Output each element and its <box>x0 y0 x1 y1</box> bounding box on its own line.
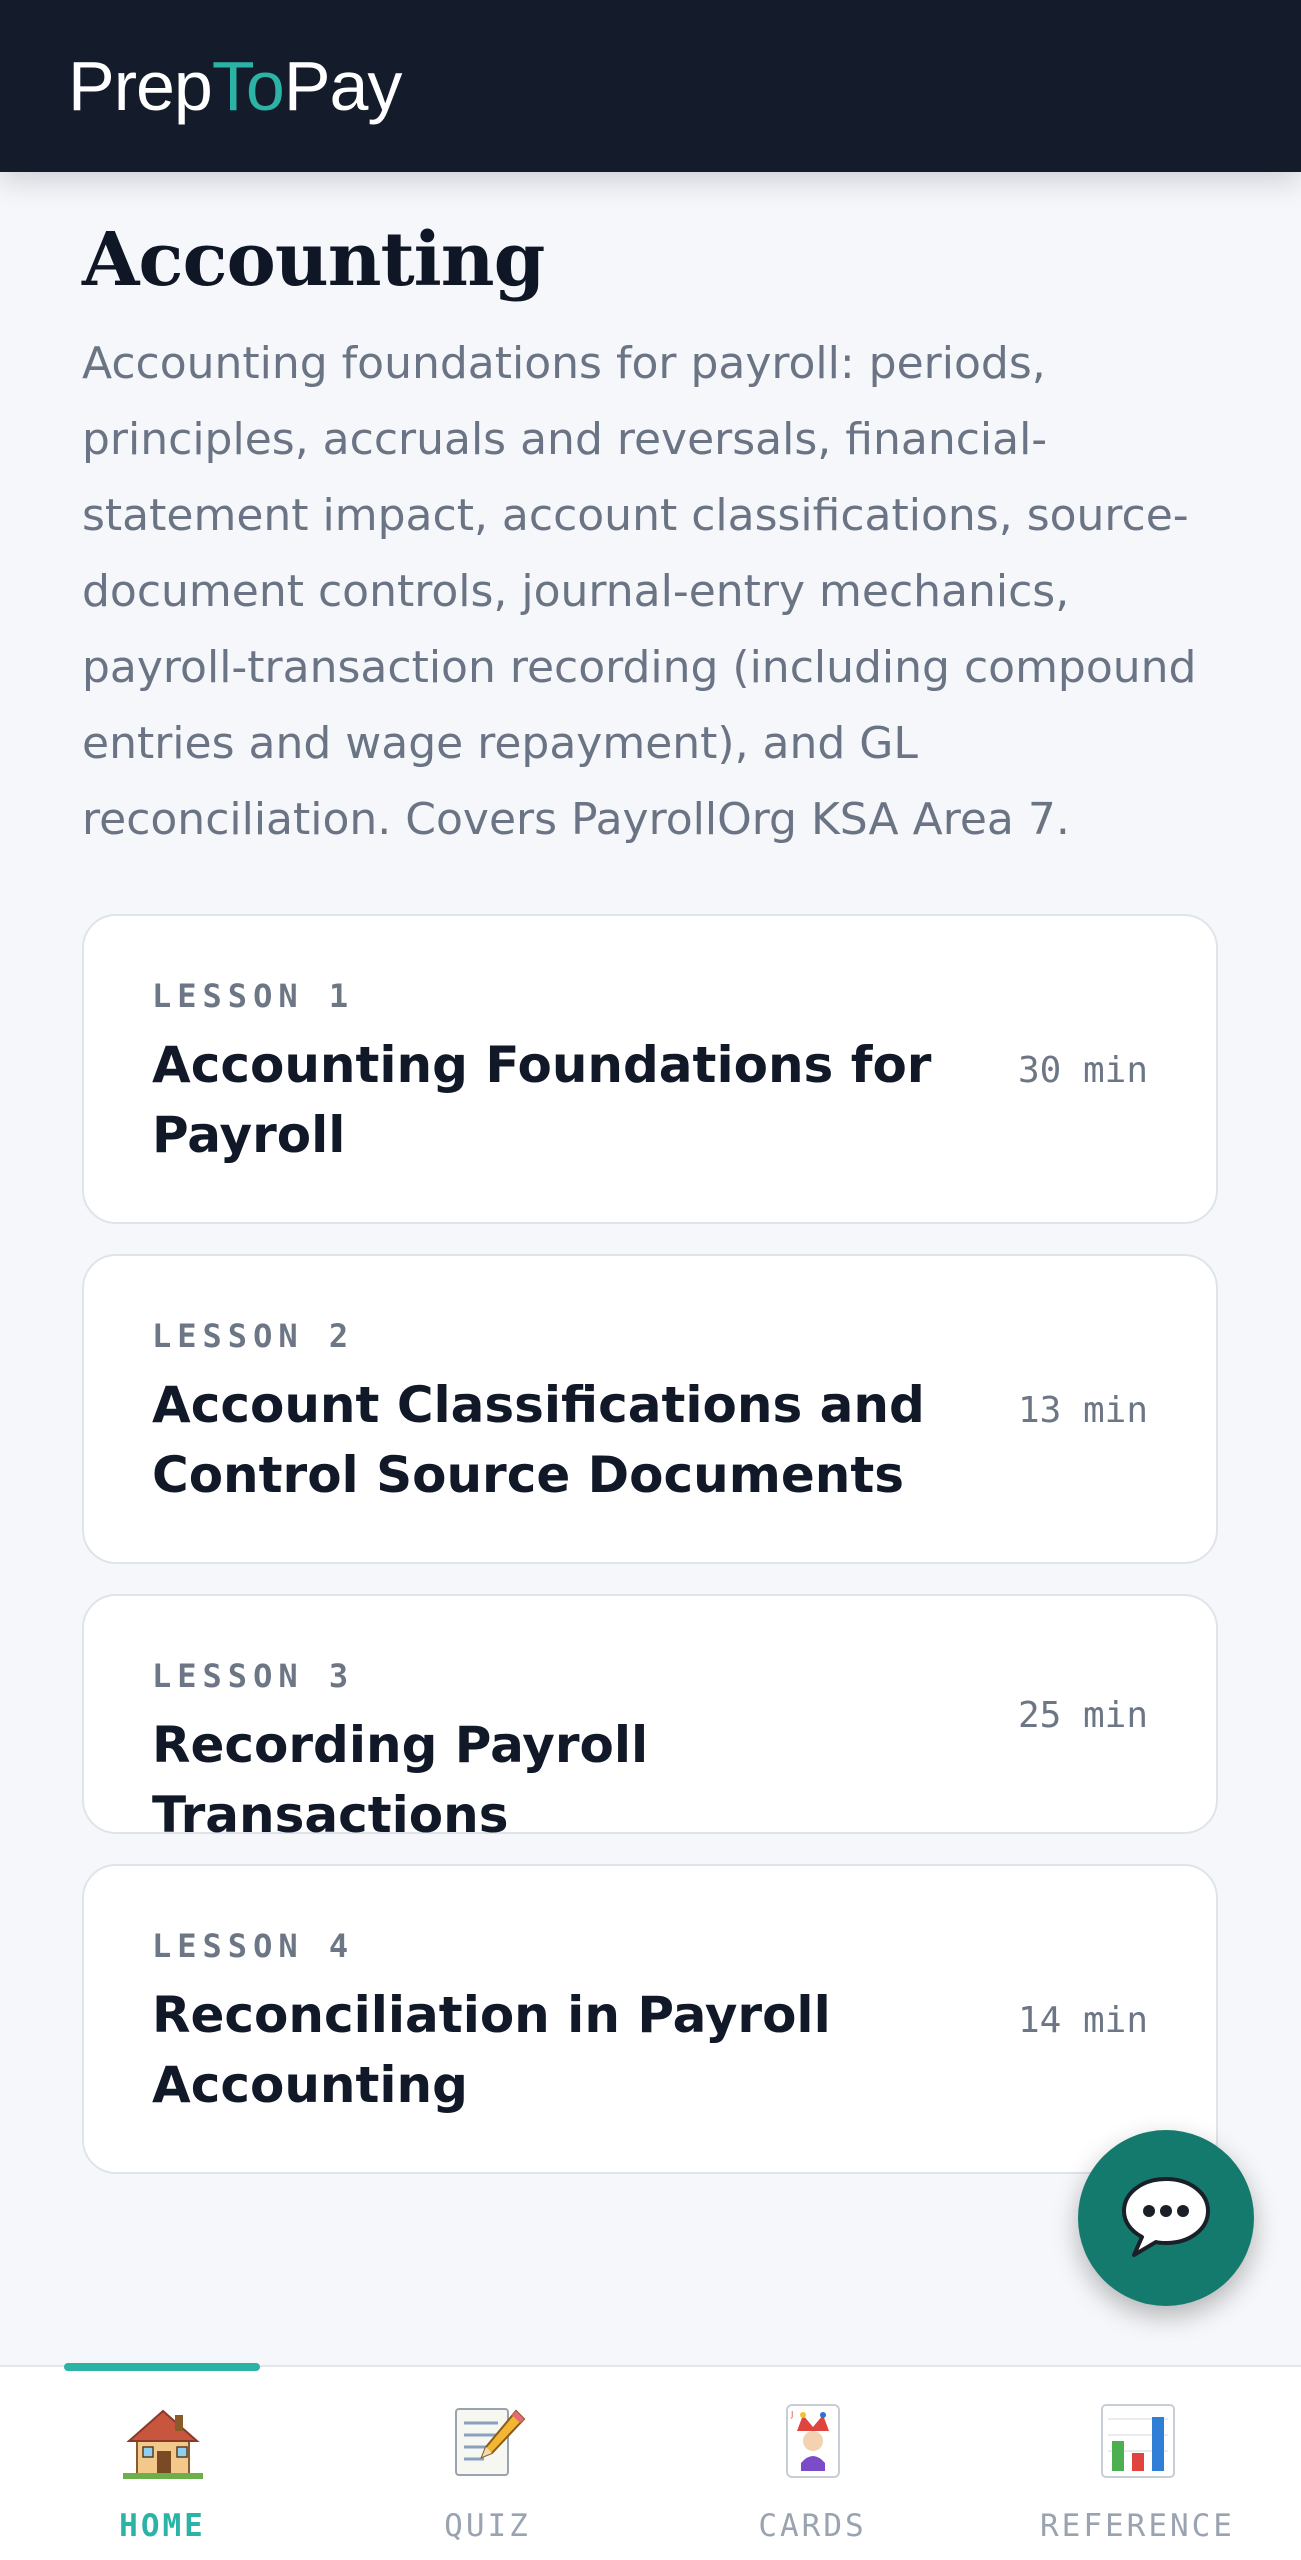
lesson-duration: 14 min <box>1017 2000 1148 2041</box>
nav-label-quiz: QUIZ <box>444 2508 531 2544</box>
page-title: Accounting <box>82 217 545 303</box>
lesson-title: Account Classifications and Control Sour… <box>152 1376 925 1504</box>
nav-tab-quiz[interactable]: QUIZ <box>325 2367 650 2560</box>
svg-text:J: J <box>790 2410 793 2419</box>
speech-bubble-icon <box>1122 2177 1210 2257</box>
lesson-card-2[interactable]: LESSON 2 Account Classifications and Con… <box>82 1254 1218 1564</box>
logo-to: To <box>211 47 285 125</box>
lesson-title: Accounting Foundations for Payroll <box>152 1036 932 1164</box>
nav-tab-reference[interactable]: REFERENCE <box>975 2367 1300 2560</box>
lesson-number: LESSON 3 <box>152 1657 355 1695</box>
logo-prep: Prep <box>68 47 213 125</box>
lesson-duration: 13 min <box>1017 1390 1148 1431</box>
lesson-number: LESSON 1 <box>152 977 355 1015</box>
house-icon <box>122 2409 203 2479</box>
joker-card-icon: J <box>785 2404 840 2478</box>
app-screen: PrepToPay Accounting Accounting foundati… <box>0 0 1301 2560</box>
top-app-bar: PrepToPay <box>0 0 1301 172</box>
chat-button[interactable] <box>1078 2130 1254 2306</box>
lesson-number: LESSON 4 <box>152 1927 355 1965</box>
module-description: Accounting foundations for payroll: peri… <box>82 338 1197 845</box>
nav-label-cards: CARDS <box>758 2508 867 2544</box>
bottom-navigation: HOME QUIZ J CARDS REFERENCE <box>0 2363 1301 2560</box>
bar-chart-icon <box>1100 2404 1175 2478</box>
lesson-number: LESSON 2 <box>152 1317 355 1355</box>
lesson-title: Recording Payroll Transactions <box>152 1716 649 1844</box>
lesson-duration: 25 min <box>1017 1695 1148 1736</box>
memo-pencil-icon <box>454 2408 525 2476</box>
lesson-card-1[interactable]: LESSON 1 Accounting Foundations for Payr… <box>82 914 1218 1224</box>
nav-tab-home[interactable]: HOME <box>0 2367 325 2560</box>
nav-label-reference: REFERENCE <box>1040 2508 1235 2544</box>
nav-tab-cards[interactable]: J CARDS <box>650 2367 975 2560</box>
lesson-duration: 30 min <box>1017 1050 1148 1091</box>
nav-label-home: HOME <box>119 2508 206 2544</box>
lesson-card-3[interactable]: LESSON 3 Recording Payroll Transactions … <box>82 1594 1218 1844</box>
lesson-title: Reconciliation in Payroll Accounting <box>152 1986 831 2114</box>
preptopay-logo[interactable]: PrepToPay <box>68 46 403 126</box>
logo-pay: Pay <box>283 47 403 125</box>
lesson-card-4[interactable]: LESSON 4 Reconciliation in Payroll Accou… <box>82 1864 1218 2174</box>
